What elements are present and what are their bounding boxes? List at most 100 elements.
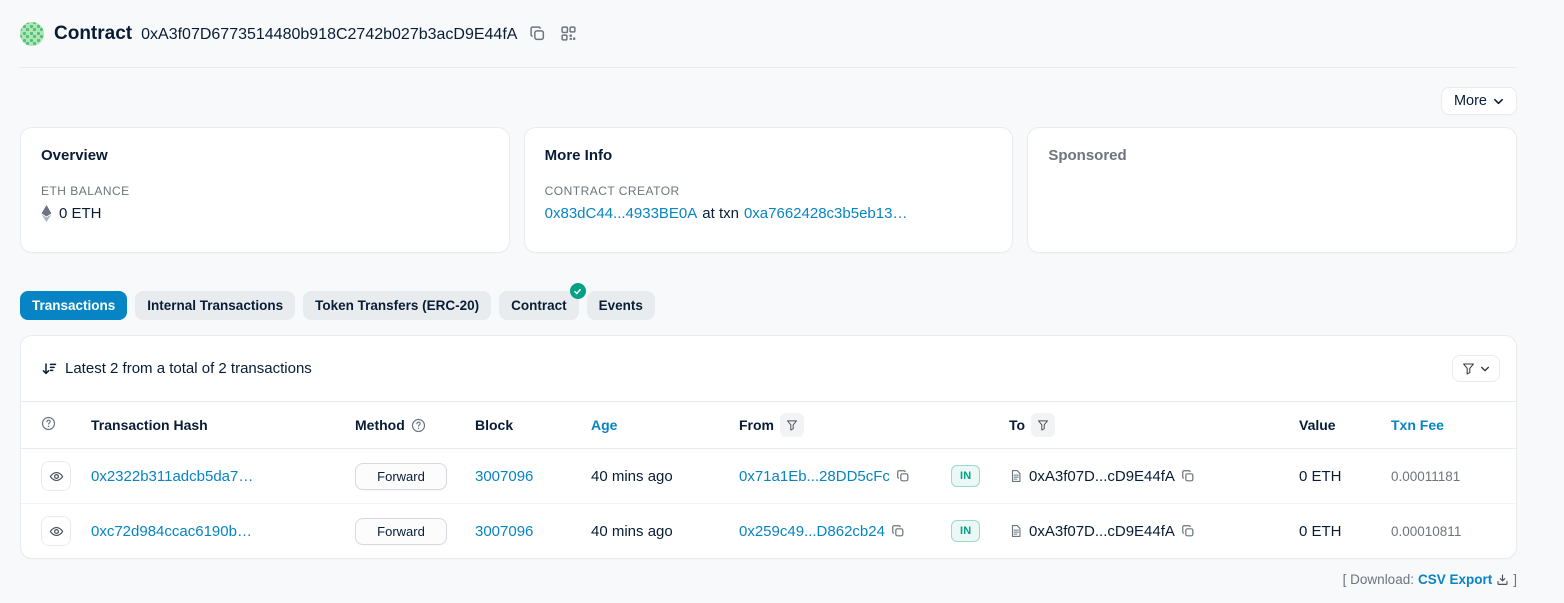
tab[interactable]: Token Transfers (ERC-20)	[303, 291, 491, 320]
col-block: Block	[467, 402, 583, 449]
creator-address-link[interactable]: 0x83dC44...4933BE0A	[545, 205, 698, 222]
tab-label: Token Transfers (ERC-20)	[315, 298, 479, 313]
tab[interactable]: Transactions	[20, 291, 127, 320]
copy-icon[interactable]	[896, 469, 910, 483]
filter-funnel-icon	[1462, 362, 1475, 375]
table-toolbar: Latest 2 from a total of 2 transactions	[21, 336, 1516, 401]
at-txn-label: at txn	[702, 205, 739, 222]
txn-fee-sort-link[interactable]: Txn Fee	[1391, 417, 1444, 433]
age-text: 40 mins ago	[591, 523, 673, 540]
value-text: 0 ETH	[1291, 449, 1383, 504]
copy-icon[interactable]	[1181, 469, 1195, 483]
tab-label: Contract	[511, 298, 567, 313]
contract-address: 0xA3f07D6773514480b918C2742b027b3acD9E44…	[141, 26, 517, 44]
table-filter-button[interactable]	[1452, 355, 1500, 382]
more-info-card: More Info CONTRACT CREATOR 0x83dC44...49…	[524, 127, 1014, 253]
csv-export-link[interactable]: CSV Export	[1418, 572, 1492, 587]
content-tabs: Transactions Internal Transactions Token…	[20, 291, 1517, 320]
chevron-down-icon	[1493, 96, 1504, 107]
txn-fee-text: 0.00010811	[1383, 504, 1516, 559]
contract-document-icon	[1009, 524, 1023, 538]
from-filter-button[interactable]	[780, 413, 804, 437]
page-title: Contract 0xA3f07D6773514480b918C2742b027…	[54, 23, 517, 45]
eye-icon	[49, 524, 64, 539]
eye-icon	[49, 469, 64, 484]
tx-preview-button[interactable]	[41, 516, 71, 546]
method-badge[interactable]: Forward	[355, 518, 447, 545]
table-row: 0xc72d984ccac6190b… Forward 3007096 40 m…	[21, 504, 1516, 559]
eth-icon	[41, 205, 52, 222]
contract-document-icon	[1009, 469, 1023, 483]
tx-preview-button[interactable]	[41, 461, 71, 491]
copy-icon[interactable]	[1181, 524, 1195, 538]
contract-creator-line: 0x83dC44...4933BE0A at txn 0xa7662428c3b…	[545, 205, 993, 222]
eth-balance-label: ETH BALANCE	[41, 184, 489, 198]
qr-code-button[interactable]	[558, 23, 579, 44]
contract-page: Contract 0xA3f07D6773514480b918C2742b027…	[0, 0, 1564, 587]
tab[interactable]: Events	[587, 291, 655, 320]
col-age: Age	[583, 402, 731, 449]
question-circle-icon[interactable]	[411, 418, 426, 433]
age-text: 40 mins ago	[591, 468, 673, 485]
direction-badge: IN	[951, 520, 980, 542]
filter-funnel-icon	[786, 419, 798, 431]
download-prefix: [ Download:	[1343, 572, 1414, 587]
creation-txn-link[interactable]: 0xa7662428c3b5eb13…	[744, 205, 907, 222]
download-icon	[1496, 573, 1509, 586]
to-filter-button[interactable]	[1031, 413, 1055, 437]
download-suffix: ]	[1513, 572, 1517, 587]
col-txn-fee: Txn Fee	[1383, 402, 1516, 449]
col-direction	[943, 402, 1001, 449]
tx-hash-link[interactable]: 0xc72d984ccac6190b…	[91, 523, 252, 540]
contract-creator-label: CONTRACT CREATOR	[545, 184, 993, 198]
chevron-down-icon	[1480, 364, 1490, 374]
block-link[interactable]: 3007096	[475, 468, 533, 485]
tx-hash-link[interactable]: 0x2322b311adcb5da7…	[91, 468, 253, 485]
tab[interactable]: Internal Transactions	[135, 291, 295, 320]
filter-funnel-icon	[1037, 419, 1049, 431]
transactions-table: Transaction Hash Method Block Age From	[21, 401, 1516, 558]
page-header: Contract 0xA3f07D6773514480b918C2742b027…	[20, 0, 1517, 68]
to-address: 0xA3f07D...cD9E44fA	[1029, 468, 1175, 485]
transactions-summary-text: Latest 2 from a total of 2 transactions	[65, 360, 312, 377]
col-method-label: Method	[355, 417, 405, 433]
verified-check-icon	[570, 283, 586, 299]
more-info-card-title: More Info	[545, 147, 993, 164]
txn-fee-text: 0.00011181	[1383, 449, 1516, 504]
col-from: From	[731, 402, 943, 449]
eth-balance-row: 0 ETH	[41, 205, 489, 222]
from-address-link[interactable]: 0x71a1Eb...28DD5cFc	[739, 468, 890, 485]
overview-card-title: Overview	[41, 147, 489, 164]
table-row: 0x2322b311adcb5da7… Forward 3007096 40 m…	[21, 449, 1516, 504]
col-transaction-hash: Transaction Hash	[83, 402, 347, 449]
table-header-row: Transaction Hash Method Block Age From	[21, 402, 1516, 449]
from-address-link[interactable]: 0x259c49...D862cb24	[739, 523, 885, 540]
value-text: 0 ETH	[1291, 504, 1383, 559]
method-badge[interactable]: Forward	[355, 463, 447, 490]
block-link[interactable]: 3007096	[475, 523, 533, 540]
question-circle-icon[interactable]	[41, 416, 56, 431]
copy-icon[interactable]	[891, 524, 905, 538]
age-sort-link[interactable]: Age	[591, 417, 617, 433]
tab-label: Events	[599, 298, 643, 313]
sponsored-card-title: Sponsored	[1048, 147, 1496, 164]
sponsored-card: Sponsored	[1027, 127, 1517, 253]
contract-identicon	[20, 22, 44, 46]
overview-card: Overview ETH BALANCE 0 ETH	[20, 127, 510, 253]
tab[interactable]: Contract	[499, 291, 579, 320]
more-button-label: More	[1454, 93, 1487, 109]
col-from-label: From	[739, 417, 774, 433]
col-to-label: To	[1009, 417, 1025, 433]
eth-balance-value: 0 ETH	[59, 205, 102, 222]
transactions-panel: Latest 2 from a total of 2 transactions …	[20, 335, 1517, 559]
download-row: [ Download: CSV Export ]	[20, 572, 1517, 587]
col-to: To	[1001, 402, 1291, 449]
copy-address-button[interactable]	[527, 23, 548, 44]
tab-label: Internal Transactions	[147, 298, 283, 313]
direction-badge: IN	[951, 465, 980, 487]
tab-label: Transactions	[32, 298, 115, 313]
col-method: Method	[347, 402, 467, 449]
copy-icon	[529, 25, 546, 42]
to-address: 0xA3f07D...cD9E44fA	[1029, 523, 1175, 540]
more-button[interactable]: More	[1441, 87, 1517, 115]
